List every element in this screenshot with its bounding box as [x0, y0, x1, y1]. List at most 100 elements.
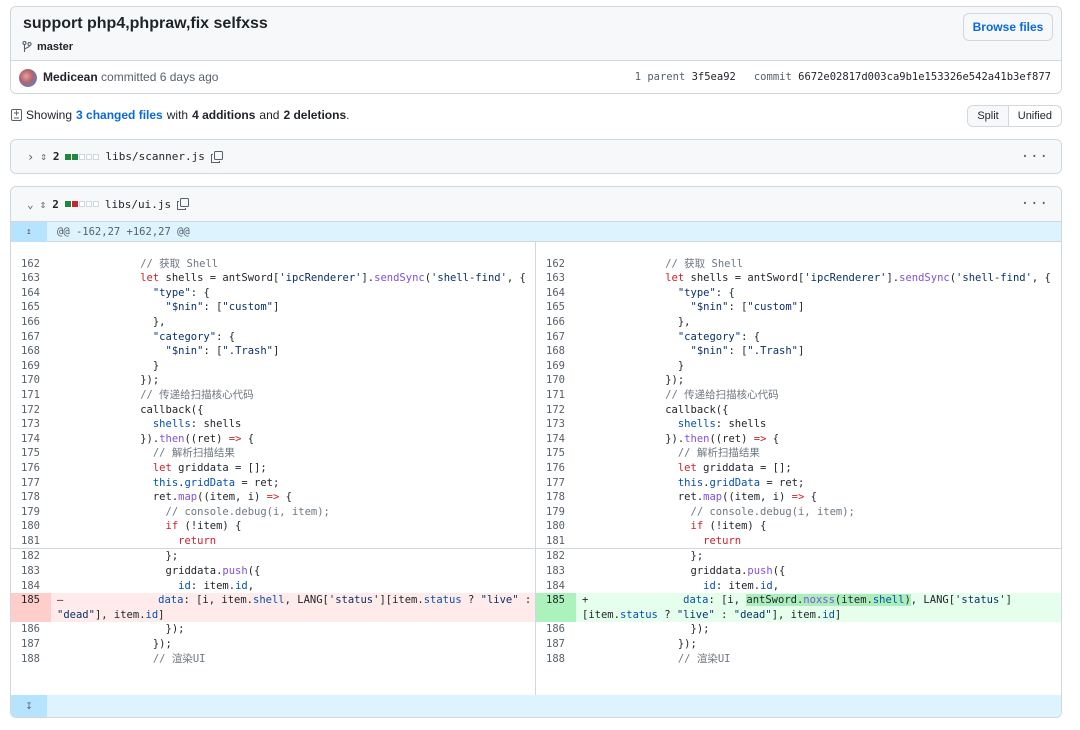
- diff-line: 179 // console.debug(i, item);: [21, 505, 330, 518]
- commit-author-line: Medicean committed 6 days ago: [43, 70, 218, 84]
- chevron-down-icon[interactable]: ⌄: [27, 198, 34, 211]
- commit-meta: Medicean committed 6 days ago 1 parent 3…: [11, 61, 1061, 93]
- deletions-count: 2 deletions: [283, 108, 347, 122]
- diff-line: 184 id: item.id,: [21, 579, 255, 592]
- diff-line: 170 });: [546, 374, 685, 387]
- diff-line: 180 if (!item) {: [546, 520, 767, 533]
- diff-line: 167 "category": {: [546, 330, 761, 343]
- committed-text: committed 6 days ago: [101, 70, 219, 84]
- diff-line: 175 // 解析扫描结果: [546, 447, 760, 460]
- diff-count: 2: [52, 150, 60, 163]
- copy-icon[interactable]: [177, 198, 190, 210]
- diff-line: 162 // 获取 Shell: [21, 257, 219, 270]
- diffstat-block: [93, 153, 100, 160]
- expand-up-icon[interactable]: ↥: [11, 221, 47, 242]
- diff-line: 177 this.gridData = ret;: [546, 476, 805, 489]
- diff-line: 171 // 传递给扫描核心代码: [21, 388, 254, 401]
- file-diff-icon: [11, 109, 22, 121]
- diff-line: 174 }).then((ret) => {: [546, 432, 780, 445]
- diff-count: 2: [52, 197, 59, 211]
- diff-line: 167 "category": {: [21, 330, 236, 343]
- file-name[interactable]: libs/scanner.js: [105, 150, 204, 163]
- diff-line-deleted: 185– data: [i, item.shell, LANG['status'…: [11, 593, 535, 608]
- diff-line: 165 "$nin": ["custom"]: [546, 301, 805, 314]
- file-name[interactable]: libs/ui.js: [105, 198, 171, 211]
- chevron-right-icon[interactable]: ›: [27, 150, 34, 164]
- commit-ids: 1 parent 3f5ea92 commit 6672e02817d003ca…: [635, 71, 1051, 83]
- branch-name: master: [37, 41, 74, 53]
- diff-line: 168 "$nin": [".Trash"]: [546, 345, 805, 358]
- diff-line: 188 // 渲染UI: [546, 652, 731, 665]
- diff-line: 165 "$nin": ["custom"]: [21, 301, 280, 314]
- diff-line: 163 let shells = antSword['ipcRenderer']…: [21, 272, 526, 285]
- commit-title: support php4,phpraw,fix selfxss: [23, 15, 268, 32]
- summary-with: with: [166, 108, 189, 122]
- diff-line: 166 },: [546, 315, 691, 328]
- kebab-icon[interactable]: ···: [1021, 196, 1049, 212]
- diff-right-side: 162 // 获取 Shell 163 let shells = antSword…: [536, 242, 1061, 695]
- diff-line: 182 };: [536, 548, 1061, 564]
- diffstat-block: [86, 153, 93, 160]
- diff-line: 172 callback({: [546, 403, 729, 416]
- commit-box: support php4,phpraw,fix selfxss master B…: [10, 6, 1062, 94]
- diff-line-added-wrap: [item.status ? "live" : "dead"], item.id…: [536, 607, 1061, 623]
- diff-line: 164 "type": {: [21, 286, 210, 299]
- parent-label: 1 parent: [634, 71, 686, 83]
- avatar[interactable]: [19, 69, 37, 87]
- split-button[interactable]: Split: [968, 106, 1009, 126]
- diff-line: 166 },: [21, 315, 166, 328]
- diff-line: 170 });: [21, 374, 160, 387]
- browse-files-button[interactable]: Browse files: [963, 13, 1053, 41]
- diff-line: 180 if (!item) {: [21, 520, 242, 533]
- diff-line: 183 griddata.push({: [21, 565, 261, 578]
- diff-line: 172 callback({: [21, 403, 204, 416]
- diff-line: 187 });: [21, 638, 172, 651]
- expand-down-icon[interactable]: ↧: [11, 695, 47, 718]
- diffstat-block: [92, 201, 99, 207]
- diff-line: 173 shells: shells: [21, 418, 242, 431]
- diffstat-blocks: [65, 153, 100, 160]
- branch-label[interactable]: master: [22, 41, 73, 53]
- diff-line: 186 });: [21, 623, 185, 636]
- diffstat-icon: ⇕: [39, 197, 47, 211]
- diff-line: 168 "$nin": [".Trash"]: [21, 345, 280, 358]
- diff-line: 163 let shells = antSword['ipcRenderer']…: [546, 272, 1051, 285]
- file-header: ⌄ ⇕ 2 libs/ui.js ···: [11, 187, 1061, 221]
- parent-sha-link[interactable]: 3f5ea92: [692, 71, 736, 83]
- file-diff-scanner: › ⇕ 2 libs/scanner.js ···: [10, 139, 1062, 174]
- summary-period: .: [346, 108, 350, 122]
- copy-icon[interactable]: [210, 150, 223, 163]
- diff-line: 164 "type": {: [546, 286, 735, 299]
- diff-line: 186 });: [546, 623, 710, 636]
- hunk-header: ↥ @@ -162,27 +162,27 @@: [11, 221, 1061, 242]
- diff-line: 183 griddata.push({: [546, 565, 786, 578]
- diff-line: 181 return: [21, 534, 217, 547]
- diffstat-block: [79, 153, 86, 160]
- diff-line: 188 // 渲染UI: [21, 652, 206, 665]
- commit-label: commit: [753, 71, 792, 83]
- summary-showing: Showing: [26, 108, 73, 122]
- diff-line: 177 this.gridData = ret;: [21, 476, 280, 489]
- diff-line-deleted-wrap: "dead"], item.id]: [11, 607, 535, 623]
- diffstat-block: [72, 153, 79, 160]
- diff-line: 174 }).then((ret) => {: [21, 432, 255, 445]
- author-link[interactable]: Medicean: [43, 70, 98, 84]
- diff-line: 187 });: [546, 638, 697, 651]
- unified-button[interactable]: Unified: [1009, 106, 1061, 126]
- additions-count: 4 additions: [192, 108, 256, 122]
- diffstat-block: [71, 201, 78, 207]
- kebab-icon[interactable]: ···: [1021, 149, 1049, 165]
- diffstat-block: [85, 201, 92, 207]
- diffstat-icon: ⇕: [40, 150, 47, 163]
- diff-line: 173 shells: shells: [546, 418, 767, 431]
- file-header: › ⇕ 2 libs/scanner.js ···: [11, 140, 1061, 173]
- commit-sha: 6672e02817d003ca9b1e153326e542a41b3ef877: [798, 71, 1051, 83]
- changed-files-link[interactable]: 3 changed files: [76, 108, 163, 122]
- diff-line: 175 // 解析扫描结果: [21, 447, 235, 460]
- diff-line: 176 let griddata = [];: [21, 461, 267, 474]
- git-branch-icon: [22, 41, 32, 52]
- diffstat-block: [64, 201, 71, 207]
- diff-line: 171 // 传递给扫描核心代码: [546, 388, 779, 401]
- commit-header: support php4,phpraw,fix selfxss master B…: [11, 7, 1061, 61]
- diff-line-added: 185 + data: [i, antSword.noxss(item.shell…: [536, 593, 1061, 608]
